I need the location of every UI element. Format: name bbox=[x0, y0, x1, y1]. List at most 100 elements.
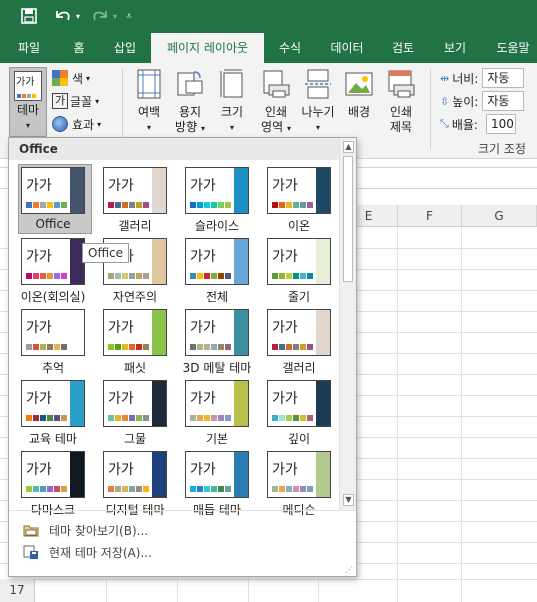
background-button[interactable]: 배경 bbox=[341, 69, 377, 120]
orientation-icon bbox=[177, 71, 203, 96]
theme-item[interactable]: 가가 슬라이스 bbox=[185, 167, 267, 237]
breaks-label: 나누기 bbox=[301, 105, 335, 119]
theme-item[interactable]: 가가 깊이 bbox=[267, 380, 349, 450]
orientation-button[interactable]: 용지 방향 ▾ bbox=[170, 69, 210, 136]
resize-grip-icon[interactable]: ⋰ bbox=[345, 565, 353, 574]
tab-page-layout[interactable]: 페이지 레이아웃 bbox=[151, 33, 264, 63]
print-area-button[interactable]: 인쇄 영역 ▾ bbox=[255, 69, 297, 136]
color-swatch bbox=[33, 486, 39, 492]
size-label: 크기 bbox=[220, 105, 244, 119]
color-swatch bbox=[286, 415, 292, 421]
theme-color-swatches bbox=[190, 202, 232, 208]
theme-thumbnail-text: 가가 bbox=[190, 391, 216, 407]
theme-thumbnail-text: 가가 bbox=[108, 178, 134, 194]
theme-item[interactable]: 가가 Office bbox=[18, 164, 103, 237]
theme-label: 그물 bbox=[123, 432, 147, 446]
theme-item[interactable]: 가가 갤러리 bbox=[103, 167, 185, 237]
print-titles-button[interactable]: 인쇄 제목 bbox=[380, 69, 422, 135]
tab-data[interactable]: 데이터 bbox=[318, 33, 376, 63]
redo-button[interactable] bbox=[88, 5, 112, 27]
color-swatch bbox=[33, 273, 39, 279]
theme-thumbnail: 가가 bbox=[21, 238, 85, 285]
undo-dropdown-button[interactable]: ▾ bbox=[73, 5, 83, 27]
color-swatch bbox=[108, 344, 114, 350]
scale-spinner[interactable]: 100 bbox=[485, 114, 516, 134]
chevron-down-icon: ▾ bbox=[95, 96, 100, 106]
theme-item[interactable]: 가가 그물 bbox=[103, 380, 185, 450]
color-swatch bbox=[218, 202, 224, 208]
theme-item[interactable]: 가가기본 bbox=[185, 380, 267, 450]
tab-file[interactable]: 파일 bbox=[4, 33, 54, 63]
theme-thumbnail: 가가 bbox=[21, 309, 85, 356]
color-swatch bbox=[279, 344, 285, 350]
theme-colors-button[interactable]: 색 ▾ bbox=[52, 68, 90, 88]
color-swatch bbox=[33, 202, 39, 208]
redo-icon bbox=[93, 11, 107, 21]
theme-item[interactable]: 가가 줄기 bbox=[267, 238, 349, 308]
theme-item[interactable]: 가가 이온 bbox=[267, 167, 349, 237]
color-swatch bbox=[54, 486, 60, 492]
theme-item[interactable]: 가가 전체 bbox=[185, 238, 267, 308]
customize-qat-button[interactable]: ⩡ bbox=[122, 5, 136, 27]
color-swatch bbox=[218, 273, 224, 279]
color-swatch bbox=[211, 415, 217, 421]
gridline bbox=[177, 579, 178, 602]
column-header-g[interactable]: G bbox=[462, 205, 537, 227]
themes-button[interactable]: 가가 테마 ▾ bbox=[9, 67, 47, 137]
row-header-17[interactable]: 17 bbox=[0, 579, 35, 602]
browse-themes-item[interactable]: 테마 찾아보기(B)... bbox=[23, 520, 148, 540]
tooltip: Office bbox=[82, 243, 130, 263]
theme-item[interactable]: 가가 추억 bbox=[21, 309, 103, 379]
redo-dropdown-button[interactable]: ▾ bbox=[110, 5, 120, 27]
color-swatch bbox=[143, 273, 149, 279]
title-bar: ▾ ▾ ⩡ bbox=[0, 0, 537, 33]
tab-formulas[interactable]: 수식 bbox=[266, 33, 314, 63]
chevron-down-icon: ▾ bbox=[97, 119, 102, 129]
color-swatch bbox=[190, 486, 196, 492]
scroll-up-icon[interactable]: ▲ bbox=[343, 141, 354, 153]
color-palette-icon bbox=[52, 70, 68, 86]
chevron-down-icon: ▾ bbox=[86, 73, 91, 83]
theme-effects-button[interactable]: 효과 ▾ bbox=[52, 114, 101, 134]
theme-item[interactable]: 가가 패싯 bbox=[103, 309, 185, 379]
margins-button[interactable]: 여백 ▾ bbox=[130, 69, 168, 135]
height-dropdown[interactable]: 자동 bbox=[482, 91, 525, 111]
print-area-label-1: 인쇄 bbox=[264, 105, 288, 119]
theme-thumbnail-text: 가가 bbox=[272, 178, 298, 194]
color-swatch bbox=[225, 415, 231, 421]
theme-thumbnail: 가가 bbox=[21, 451, 85, 498]
theme-item[interactable]: 가가 3D 메탈 테마 bbox=[183, 309, 267, 379]
save-theme-item[interactable]: 현재 테마 저장(A)... bbox=[23, 542, 152, 562]
font-icon: 가 bbox=[52, 93, 68, 109]
column-header-f[interactable]: F bbox=[398, 205, 462, 227]
tab-view[interactable]: 보기 bbox=[430, 33, 480, 63]
color-swatch bbox=[286, 273, 292, 279]
theme-fonts-button[interactable]: 가 글꼴 ▾ bbox=[52, 91, 99, 111]
color-swatch bbox=[279, 273, 285, 279]
breaks-button[interactable]: 나누기 ▾ bbox=[298, 69, 338, 135]
save-button[interactable] bbox=[18, 5, 40, 27]
color-swatch bbox=[272, 273, 278, 279]
theme-thumbnail-text: 가가 bbox=[190, 178, 216, 194]
color-swatch bbox=[47, 202, 53, 208]
theme-thumbnail: 가가 bbox=[103, 167, 167, 214]
theme-item[interactable]: 가가 갤러리 bbox=[267, 309, 349, 379]
color-swatch bbox=[197, 344, 203, 350]
tab-insert[interactable]: 삽입 bbox=[102, 33, 148, 63]
theme-label: 갤러리 bbox=[282, 361, 316, 375]
theme-thumbnail-text: 가가 bbox=[26, 178, 52, 194]
theme-label: 기본 bbox=[205, 432, 229, 446]
color-swatch bbox=[190, 202, 196, 208]
tab-review[interactable]: 검토 bbox=[380, 33, 426, 63]
color-swatch bbox=[218, 486, 224, 492]
color-swatch bbox=[143, 202, 149, 208]
color-swatch bbox=[190, 415, 196, 421]
tab-help[interactable]: 도움말 bbox=[484, 33, 537, 63]
width-dropdown[interactable]: 자동 bbox=[482, 68, 525, 88]
color-swatch bbox=[54, 202, 60, 208]
tab-home[interactable]: 홈 bbox=[58, 33, 100, 63]
theme-fonts-label: 글꼴 bbox=[70, 94, 93, 109]
color-swatch bbox=[211, 202, 217, 208]
size-button[interactable]: 크기 ▾ bbox=[214, 69, 250, 135]
theme-item[interactable]: 가가 교육 테마 bbox=[21, 380, 103, 450]
